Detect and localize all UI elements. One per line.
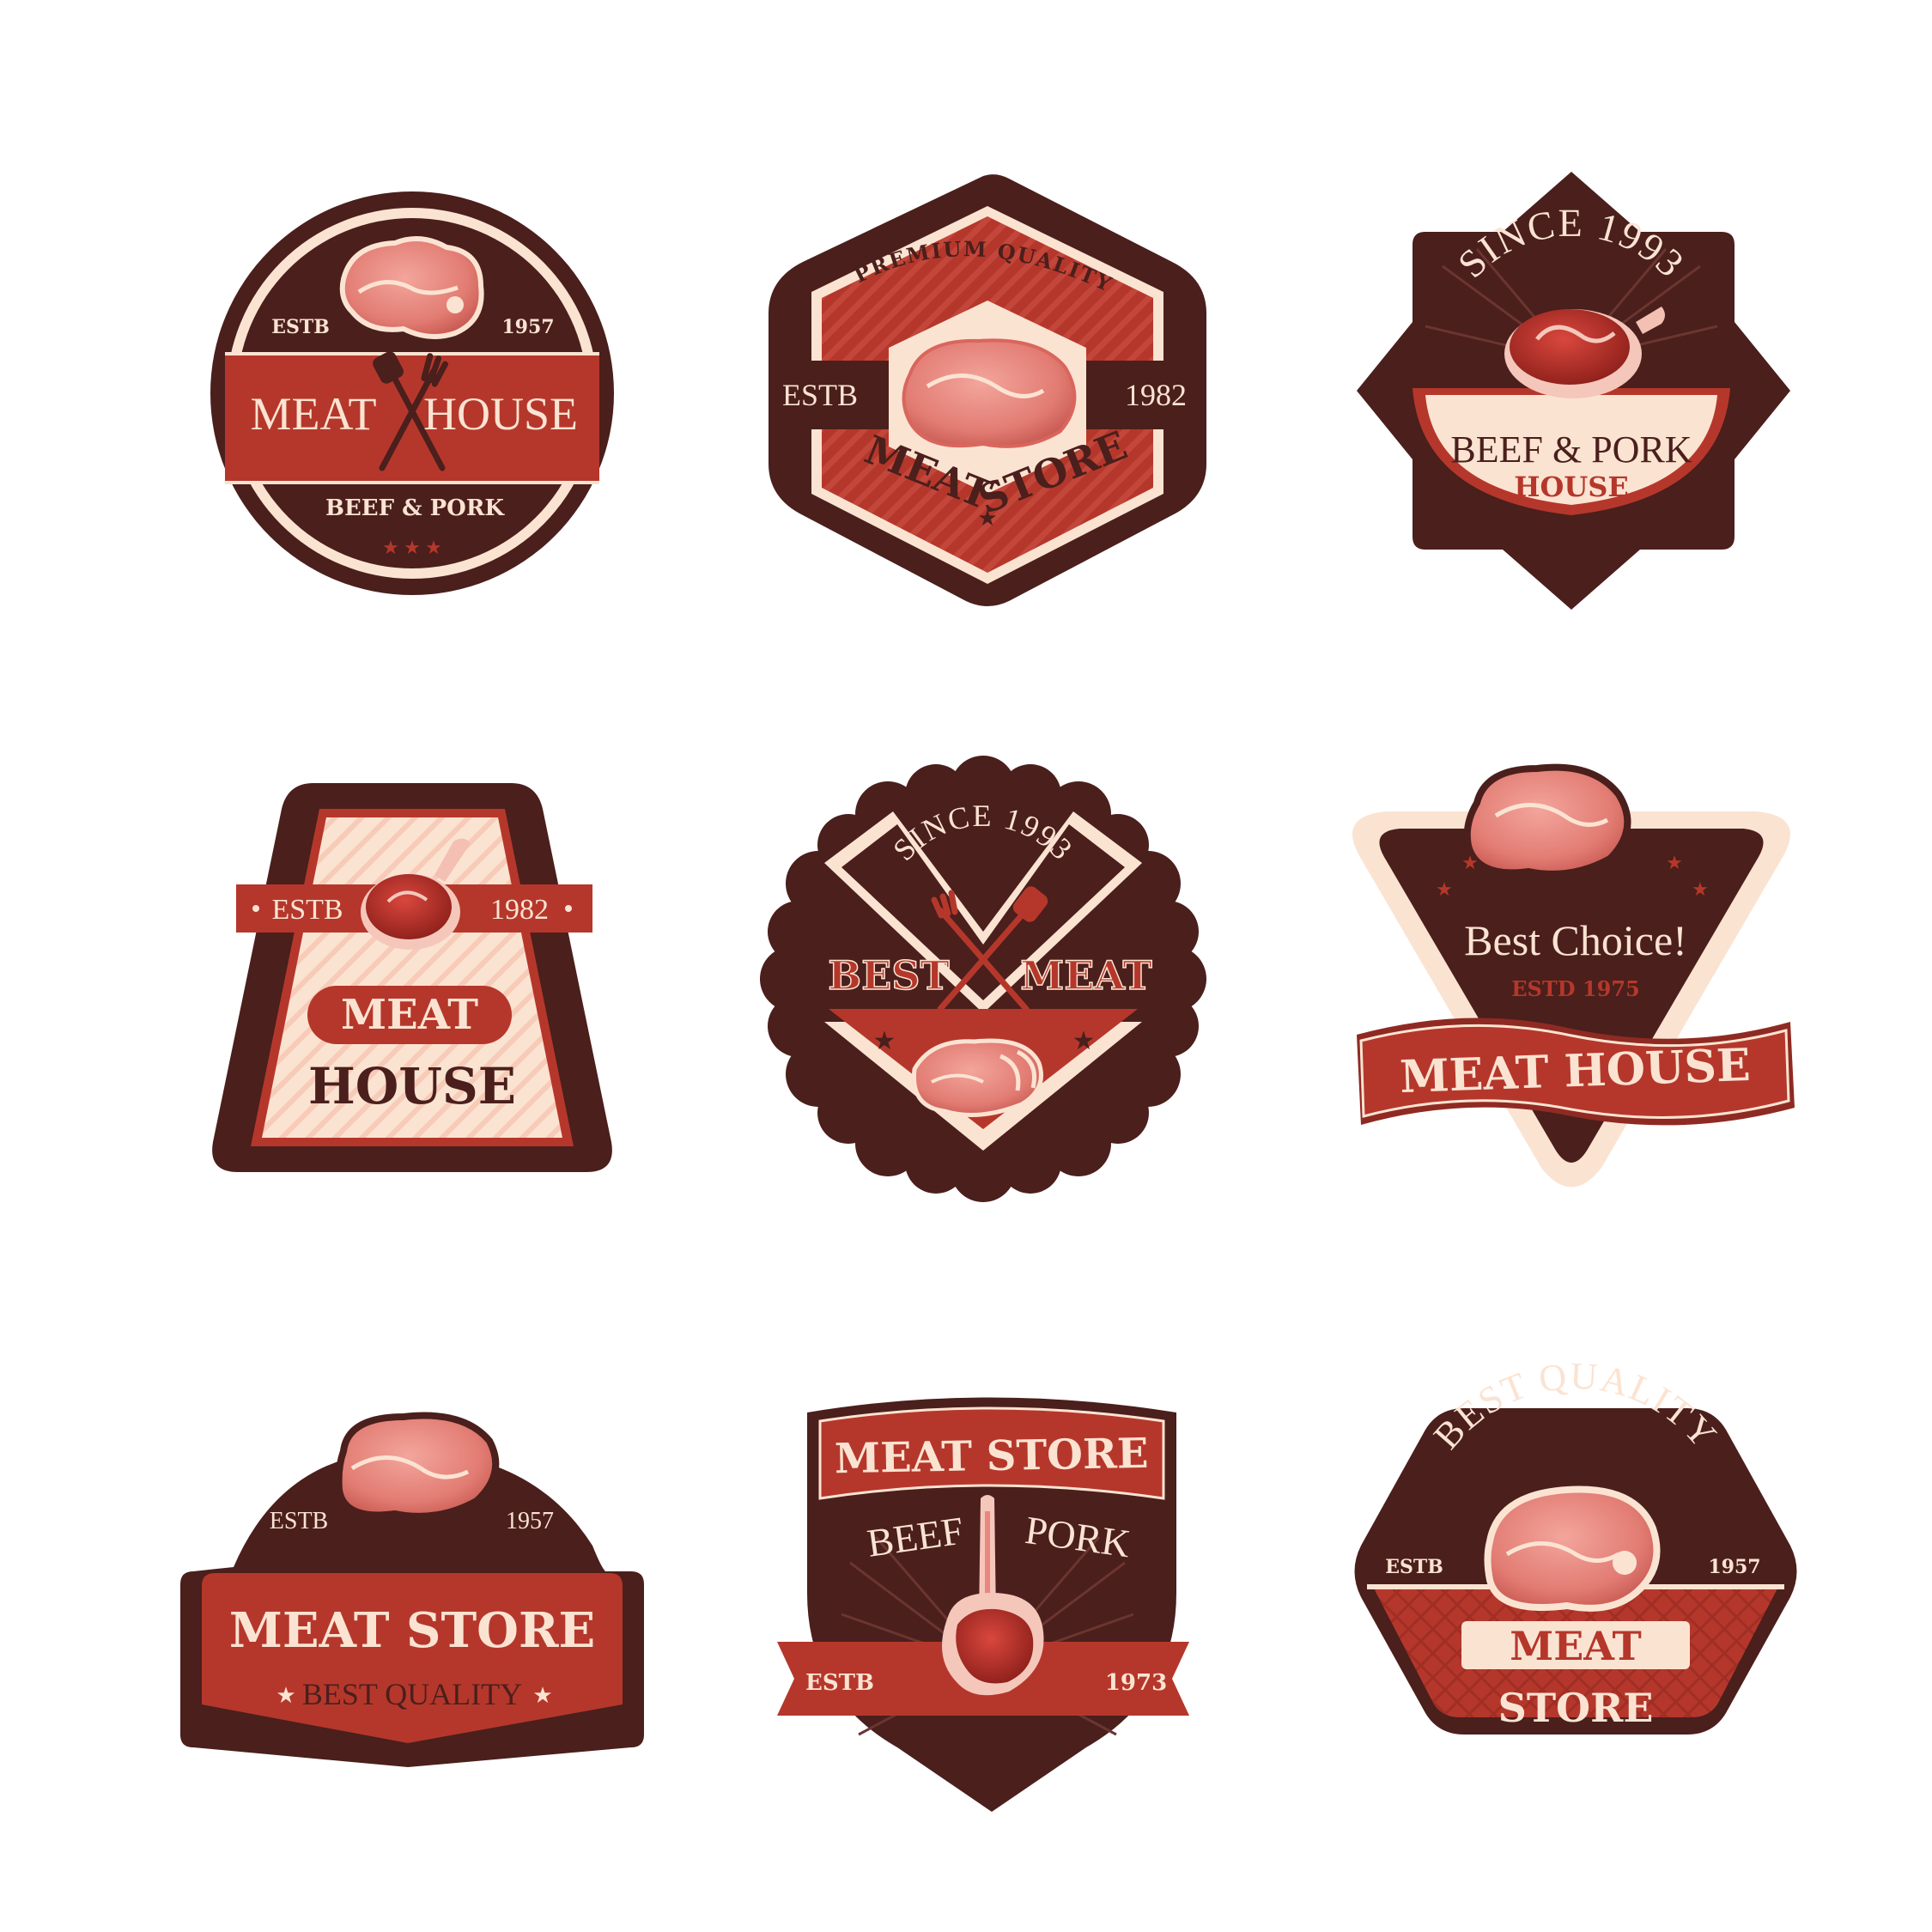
title-right: MEAT [1020, 952, 1151, 999]
meat-badges-canvas: ESTB 1957 MEAT HOUSE BEEF & PORK ★ ★ ★ P… [180, 172, 1797, 1812]
title: MEAT STORE [835, 1430, 1149, 1483]
svg-text:★: ★ [382, 537, 399, 558]
title: BEEF & PORK [1450, 428, 1692, 471]
star-left: ★ [276, 1683, 295, 1708]
steak-icon [1463, 763, 1631, 878]
ribbon-banner: MEAT HOUSE [1357, 1018, 1795, 1126]
estb-right-label: 1973 [1105, 1670, 1167, 1696]
subtitle: HOUSE [1514, 471, 1629, 503]
badge-meat-house-trapezoid: ESTB 1982 MEAT HOUSE [212, 783, 612, 1172]
badge-best-choice-triangle: ★ ★ ★ ★ Best Choice! ESTD 1975 MEAT HOUS… [1352, 763, 1795, 1188]
steak-icon [902, 338, 1077, 448]
title-bottom: STORE [1498, 1685, 1654, 1731]
title-bottom: HOUSE [308, 1057, 516, 1115]
estb-left-label: ESTB [805, 1670, 874, 1696]
svg-text:★: ★ [425, 537, 442, 558]
badge-meat-store-hexagon-rounded: BEST QUALITY ESTB 1957 MEAT STORE [1354, 1355, 1797, 1735]
estb-left-label: ESTB [271, 894, 343, 926]
stars-decoration: ★ ★ ★ [382, 537, 442, 558]
estb-right-label: 1982 [1125, 378, 1187, 412]
title-left: MEAT [251, 388, 377, 440]
estb-right-label: 1957 [1708, 1556, 1760, 1578]
title-left: BEST [828, 952, 949, 999]
steak-icon [339, 236, 484, 339]
star-left: ★ [873, 1027, 896, 1055]
svg-text:★: ★ [1461, 852, 1479, 873]
badge-meat-store-shield: MEAT STORE BEEF PORK ESTB 1973 [777, 1397, 1189, 1812]
estb-right-label: 1957 [501, 316, 554, 338]
badge-meat-house-circle: ESTB 1957 MEAT HOUSE BEEF & PORK ★ ★ ★ [210, 191, 614, 595]
subtitle: BEST QUALITY [302, 1677, 522, 1711]
badge-beef-pork-starburst: SINCE 1993 BEEF & PORK HOUSE [1357, 172, 1790, 610]
star-right: ★ [1072, 1027, 1096, 1055]
subtitle: ESTD 1975 [1511, 976, 1639, 1001]
estb-left-label: ESTB [271, 316, 330, 338]
subtitle: BEEF & PORK [325, 495, 505, 521]
estb-left-label: ESTB [782, 378, 858, 412]
title-right: HOUSE [423, 388, 578, 440]
svg-text:★: ★ [404, 537, 421, 558]
svg-text:★: ★ [1436, 878, 1453, 900]
title: Best Choice! [1464, 916, 1687, 964]
estb-left-label: ESTB [270, 1508, 328, 1534]
badge-meat-store-hexagon: PREMIUM QUALITY ESTB 1982 MEAT ★ STORE [769, 174, 1206, 607]
star-right: ★ [532, 1683, 552, 1708]
steak-icon [335, 1412, 500, 1520]
title-top: MEAT [1510, 1623, 1641, 1669]
title-top: MEAT [341, 991, 478, 1039]
badge-best-meat-scalloped: SINCE 1993 BEST MEAT ★ ★ [760, 756, 1206, 1202]
svg-text:★: ★ [1666, 852, 1683, 873]
svg-text:★: ★ [1692, 878, 1709, 900]
pork-chop-icon [1484, 1485, 1661, 1612]
badge-meat-store-arched: ESTB 1957 MEAT STORE ★ BEST QUALITY ★ [180, 1412, 644, 1767]
estb-left-label: ESTB [1385, 1556, 1443, 1578]
sliced-meat-icon [911, 1038, 1043, 1117]
title: MEAT STORE [229, 1602, 595, 1659]
estb-right-label: 1982 [490, 894, 549, 926]
estb-right-label: 1957 [506, 1508, 554, 1534]
